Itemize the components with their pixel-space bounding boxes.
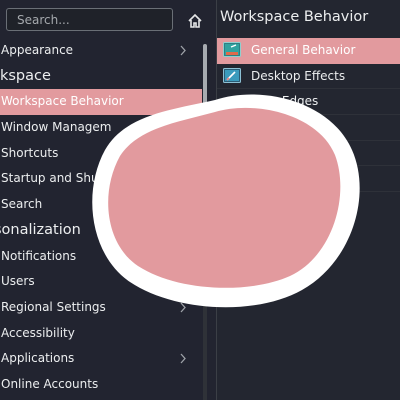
- subcategory-label: s: [251, 171, 258, 186]
- sidebar-item-notifications[interactable]: Notifications: [0, 244, 202, 270]
- subcategory-label: reen: [251, 120, 279, 135]
- subcategory-item-reen-edges[interactable]: reen Edges: [217, 89, 400, 116]
- sidebar-item-label: Notifications: [1, 248, 77, 263]
- subcategory-item-general-behavior[interactable]: General Behavior: [217, 38, 400, 64]
- sidebar-section-header: rkspace: [0, 67, 51, 84]
- home-icon: [188, 13, 202, 28]
- sidebar-item-label: Shortcuts: [1, 145, 59, 160]
- sidebar-item-appearance[interactable]: Appearance: [0, 38, 202, 64]
- sidebar-item-label: Regional Settings: [1, 299, 106, 314]
- page-title: Workspace Behavior: [220, 9, 369, 25]
- sidebar-item-label: Window Managem: [1, 120, 112, 135]
- sidebar-item-applications[interactable]: Applications: [0, 346, 202, 372]
- sidebar-list: Appearance rkspace Workspace Behavior Windo…: [0, 38, 202, 398]
- subcategory-label: Desktop Effects: [251, 68, 346, 83]
- sidebar-item-label: Accessibility: [1, 325, 75, 340]
- chevron-right-icon: [178, 295, 188, 320]
- chevron-right-icon: [178, 346, 188, 371]
- sidebar-item-workspace-behavior[interactable]: Workspace Behavior: [0, 89, 202, 116]
- sidebar-scrollbar[interactable]: [203, 44, 207, 400]
- subcategory-label: General Behavior: [251, 43, 356, 57]
- search-row: [0, 6, 216, 36]
- sidebar-item-label: Online Accounts: [1, 376, 99, 391]
- system-settings-window: Appearance rkspace Workspace Behavior Windo…: [0, 0, 400, 400]
- sidebar-section-header: sonalization: [0, 221, 81, 238]
- sidebar-item-window-managem[interactable]: Window Managem: [0, 115, 202, 141]
- subcategory-item-ng[interactable]: ng: [217, 141, 400, 167]
- sidebar-item-label: Users: [1, 274, 35, 289]
- sidebar-item-search[interactable]: Search: [0, 192, 202, 218]
- sidebar-item-label: Startup and Shu: [1, 171, 99, 186]
- sidebar-item-online-accounts[interactable]: Online Accounts: [0, 372, 202, 398]
- subcategory-label: reen Edges: [251, 94, 319, 109]
- sidebar-item-accessibility[interactable]: Accessibility: [0, 321, 202, 347]
- sidebar-item-startup-and-shu[interactable]: Startup and Shu: [0, 166, 202, 192]
- content-panel: Workspace Behavior General Behavior Deskt…: [217, 0, 400, 400]
- sidebar-item-label: Search: [1, 197, 43, 212]
- subcategory-item-reen[interactable]: reen: [217, 115, 400, 141]
- desktop-effects-icon: [223, 67, 241, 85]
- subcategory-item-desktop-effects[interactable]: Desktop Effects: [217, 64, 400, 90]
- settings-sidebar: Appearance rkspace Workspace Behavior Windo…: [0, 0, 216, 400]
- sidebar-item-regional-settings[interactable]: Regional Settings: [0, 295, 202, 321]
- sidebar-item-label: Appearance: [1, 43, 74, 57]
- sidebar-item-users[interactable]: Users: [0, 269, 202, 295]
- general-behavior-icon: [223, 42, 241, 59]
- subcategory-item-s[interactable]: s: [217, 166, 400, 193]
- subcategory-list: General Behavior Desktop Effects reen Edge…: [217, 38, 400, 193]
- subcategory-label: ng: [251, 145, 267, 160]
- sidebar-item-label: Applications: [1, 351, 75, 366]
- sidebar-item-shortcuts[interactable]: Shortcuts: [0, 141, 202, 167]
- chevron-right-icon: [178, 38, 188, 63]
- home-button[interactable]: [184, 10, 206, 32]
- sidebar-scroll-thumb[interactable]: [203, 44, 207, 174]
- search-input[interactable]: [6, 8, 173, 31]
- sidebar-item-label: Workspace Behavior: [1, 94, 124, 109]
